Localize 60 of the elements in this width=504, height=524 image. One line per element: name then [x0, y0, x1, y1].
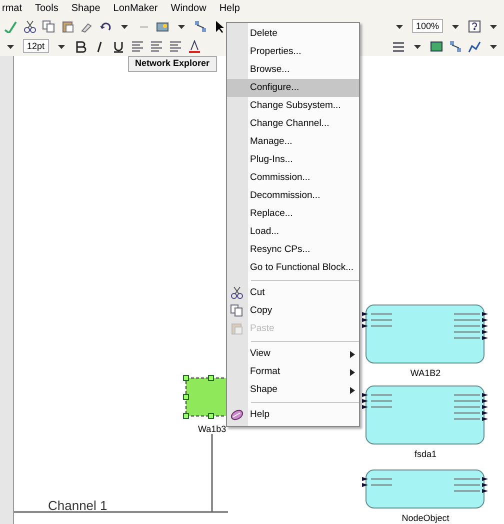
- menu-item[interactable]: Manage...: [227, 133, 359, 151]
- menu-item[interactable]: Browse...: [227, 61, 359, 79]
- bold-button[interactable]: [74, 40, 87, 52]
- lines-icon[interactable]: [392, 40, 405, 52]
- copy-icon: [230, 304, 244, 318]
- menu-item[interactable]: Resync CPs...: [227, 241, 359, 259]
- shape-icon[interactable]: [430, 40, 443, 52]
- chart-icon[interactable]: [468, 40, 481, 52]
- menu-item[interactable]: LonMaker: [113, 0, 158, 16]
- menu-item[interactable]: Go to Functional Block...: [227, 259, 359, 277]
- menu-item[interactable]: Delete: [227, 25, 359, 43]
- menu-item[interactable]: Load...: [227, 223, 359, 241]
- menu-item[interactable]: Shape: [71, 0, 100, 16]
- pointer-icon[interactable]: [213, 20, 226, 32]
- menu-item[interactable]: Window: [170, 0, 206, 16]
- underline-button[interactable]: [112, 40, 125, 52]
- cut-icon[interactable]: [23, 20, 36, 32]
- menu-item[interactable]: View: [227, 345, 359, 363]
- spellcheck-icon[interactable]: [4, 20, 17, 32]
- paste-icon: [230, 322, 244, 336]
- function-block[interactable]: [362, 385, 489, 445]
- menu-item[interactable]: Replace...: [227, 205, 359, 223]
- menu-item[interactable]: Tools: [35, 0, 58, 16]
- align-icon[interactable]: [150, 40, 163, 52]
- align-icon[interactable]: [168, 40, 182, 52]
- help-icon: [230, 408, 244, 422]
- function-block[interactable]: [362, 304, 489, 364]
- menu-item[interactable]: Cut: [227, 284, 359, 302]
- menu-item[interactable]: Commission...: [227, 169, 359, 187]
- copy-icon[interactable]: [42, 20, 55, 32]
- block-label: NodeObject: [400, 512, 450, 524]
- font-color-icon[interactable]: [188, 40, 201, 52]
- menu-item[interactable]: Change Subsystem...: [227, 97, 359, 115]
- menu-item[interactable]: Copy: [227, 302, 359, 320]
- menu-item[interactable]: rmat: [2, 0, 22, 16]
- help-icon[interactable]: [468, 20, 481, 32]
- device-label: Wa1b3: [198, 423, 226, 436]
- font-size-dropdown[interactable]: 12pt: [23, 39, 49, 53]
- connector-icon[interactable]: [194, 20, 207, 32]
- zoom-dropdown[interactable]: 100%: [412, 19, 443, 33]
- menu-item[interactable]: Shape: [227, 381, 359, 399]
- block-label: WA1B2: [409, 367, 442, 380]
- connector-icon[interactable]: [449, 40, 462, 52]
- menu-item[interactable]: Configure...: [227, 79, 359, 97]
- channel-label: Channel 1: [48, 497, 108, 515]
- menu-item[interactable]: Decommission...: [227, 187, 359, 205]
- align-icon[interactable]: [130, 40, 144, 52]
- picture-icon[interactable]: [156, 20, 169, 32]
- menu-item[interactable]: Format: [227, 363, 359, 381]
- stencil-tab[interactable]: Network Explorer: [128, 56, 217, 72]
- menu-item[interactable]: Change Channel...: [227, 115, 359, 133]
- menu-item[interactable]: Properties...: [227, 43, 359, 61]
- function-block[interactable]: [362, 469, 489, 509]
- paste-icon[interactable]: [61, 20, 74, 32]
- menu-item[interactable]: Plug-Ins...: [227, 151, 359, 169]
- cut-icon: [230, 286, 244, 300]
- undo-icon[interactable]: [99, 20, 112, 32]
- menu-item[interactable]: Help: [219, 0, 240, 16]
- block-label: fsda1: [413, 448, 438, 461]
- menu-item[interactable]: Help: [227, 406, 359, 424]
